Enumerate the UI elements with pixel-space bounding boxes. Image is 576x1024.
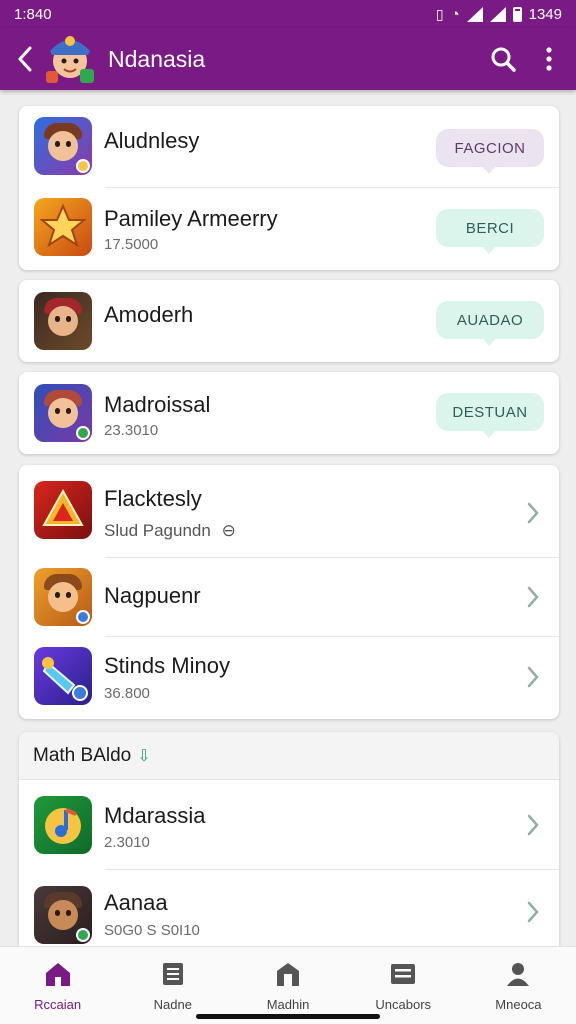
row-title: Aanaa — [104, 890, 168, 915]
app-card-2[interactable]: Amoderh AUADAO — [19, 280, 559, 362]
status-time: 1:840 — [14, 5, 52, 23]
triangle-emblem-icon — [34, 481, 92, 539]
row-subtitle: 23.3010 — [104, 422, 159, 439]
status-right-text: 1349 — [528, 5, 562, 23]
bear-avatar-icon — [34, 568, 92, 626]
download-arrow-icon: ⇩ — [137, 747, 151, 765]
nav-label: Mneoca — [495, 997, 542, 1012]
nav-item-list[interactable]: Nadne — [115, 947, 230, 1024]
home-indicator — [196, 1014, 380, 1019]
section-card: Math BAldo ⇩ Mdarassia 2.3010 Aanaa S0G0… — [19, 732, 559, 962]
warrior-avatar-icon — [34, 292, 92, 350]
crystal-icon — [34, 647, 92, 705]
chevron-right-icon — [527, 814, 539, 836]
list-item[interactable]: Aludnlesy FAGCION — [19, 106, 559, 186]
app-card-4: Flacktesly Slud Pagundn ⊖ Nagpuenr Stind… — [19, 465, 559, 719]
app-card-1: Aludnlesy FAGCION Pamiley Armeerry 17.50… — [19, 106, 559, 270]
search-icon[interactable] — [480, 34, 526, 84]
status-pill[interactable]: BERCI — [436, 209, 544, 254]
list-item[interactable]: Pamiley Armeerry 17.5000 BERCI — [19, 188, 559, 268]
nav-item-profile[interactable]: Mneoca — [461, 947, 576, 1024]
list-item[interactable]: Flacktesly Slud Pagundn ⊖ — [19, 469, 559, 557]
list-icon — [162, 963, 183, 985]
nav-item-store[interactable]: Madhin — [230, 947, 345, 1024]
status-icons: ▯ ◔ 1349 — [436, 6, 562, 23]
list-item[interactable]: Mdarassia 2.3010 — [19, 781, 559, 869]
section-header: Math BAldo ⇩ — [19, 732, 559, 780]
nav-label: Rccaian — [34, 997, 82, 1012]
status-pill[interactable]: FAGCION — [436, 129, 544, 174]
chevron-right-icon — [527, 586, 539, 608]
music-note-icon — [34, 796, 92, 854]
status-bar: 1:840 ▯ ◔ 1349 — [0, 0, 576, 28]
signal-icon-2 — [489, 6, 506, 22]
nav-label: Nadne — [153, 997, 192, 1012]
more-vert-icon[interactable] — [526, 34, 572, 84]
info-icon: ⊖ — [221, 521, 236, 540]
wifi-icon: ◔ — [450, 5, 460, 23]
back-arrow-icon[interactable] — [8, 34, 42, 84]
battery-icon — [512, 6, 522, 22]
list-item[interactable]: Nagpuenr — [19, 558, 559, 636]
signal-icon — [466, 6, 483, 22]
row-subtitle: 36.800 — [104, 685, 150, 702]
nav-label: Madhin — [266, 997, 310, 1012]
list-item[interactable]: Aanaa S0G0 S S0I10 — [19, 870, 559, 952]
home-icon — [45, 963, 70, 986]
row-title: Aludnlesy — [104, 128, 200, 153]
app-title: Ndanasia — [108, 45, 206, 72]
row-title: Mdarassia — [104, 803, 206, 828]
chevron-right-icon — [527, 502, 539, 524]
nav-item-inbox[interactable]: Uncabors — [346, 947, 461, 1024]
monkey-avatar-icon — [34, 886, 92, 944]
app-logo — [42, 31, 98, 87]
vibrate-icon: ▯ — [435, 5, 444, 22]
row-subtitle: 17.5000 — [104, 236, 159, 253]
row-title: Pamiley Armeerry — [104, 206, 278, 231]
row-title: Amoderh — [104, 302, 194, 327]
profile-icon — [507, 963, 530, 986]
row-title: Madroissal — [104, 392, 211, 417]
row-subtitle-text: Slud Pagundn — [104, 521, 211, 540]
app-card-3[interactable]: Madroissal 23.3010 DESTUAN — [19, 372, 559, 454]
row-subtitle: Slud Pagundn ⊖ — [104, 521, 236, 541]
star-emblem-icon — [34, 198, 92, 256]
app-bar: Ndanasia — [0, 28, 576, 90]
list-item[interactable]: Stinds Minoy 36.800 — [19, 637, 559, 717]
row-title: Flacktesly — [104, 486, 202, 511]
status-pill[interactable]: AUADAO — [436, 301, 544, 346]
nav-label: Uncabors — [375, 997, 432, 1012]
section-title: Math BAldo — [33, 744, 132, 766]
inbox-icon — [391, 964, 416, 984]
chevron-right-icon — [527, 666, 539, 688]
hero-avatar-icon — [34, 117, 92, 175]
bottom-navigation: Rccaian Nadne Madhin Uncabors Mneoca — [0, 946, 576, 1024]
row-title: Nagpuenr — [104, 583, 201, 608]
row-subtitle: S0G0 S S0I10 — [104, 922, 200, 939]
nav-item-home[interactable]: Rccaian — [0, 947, 115, 1024]
status-pill[interactable]: DESTUAN — [436, 393, 544, 438]
chevron-right-icon — [527, 901, 539, 923]
wizard-avatar-icon — [34, 384, 92, 442]
row-subtitle: 2.3010 — [104, 834, 150, 851]
row-title: Stinds Minoy — [104, 653, 230, 678]
store-icon — [277, 963, 299, 986]
